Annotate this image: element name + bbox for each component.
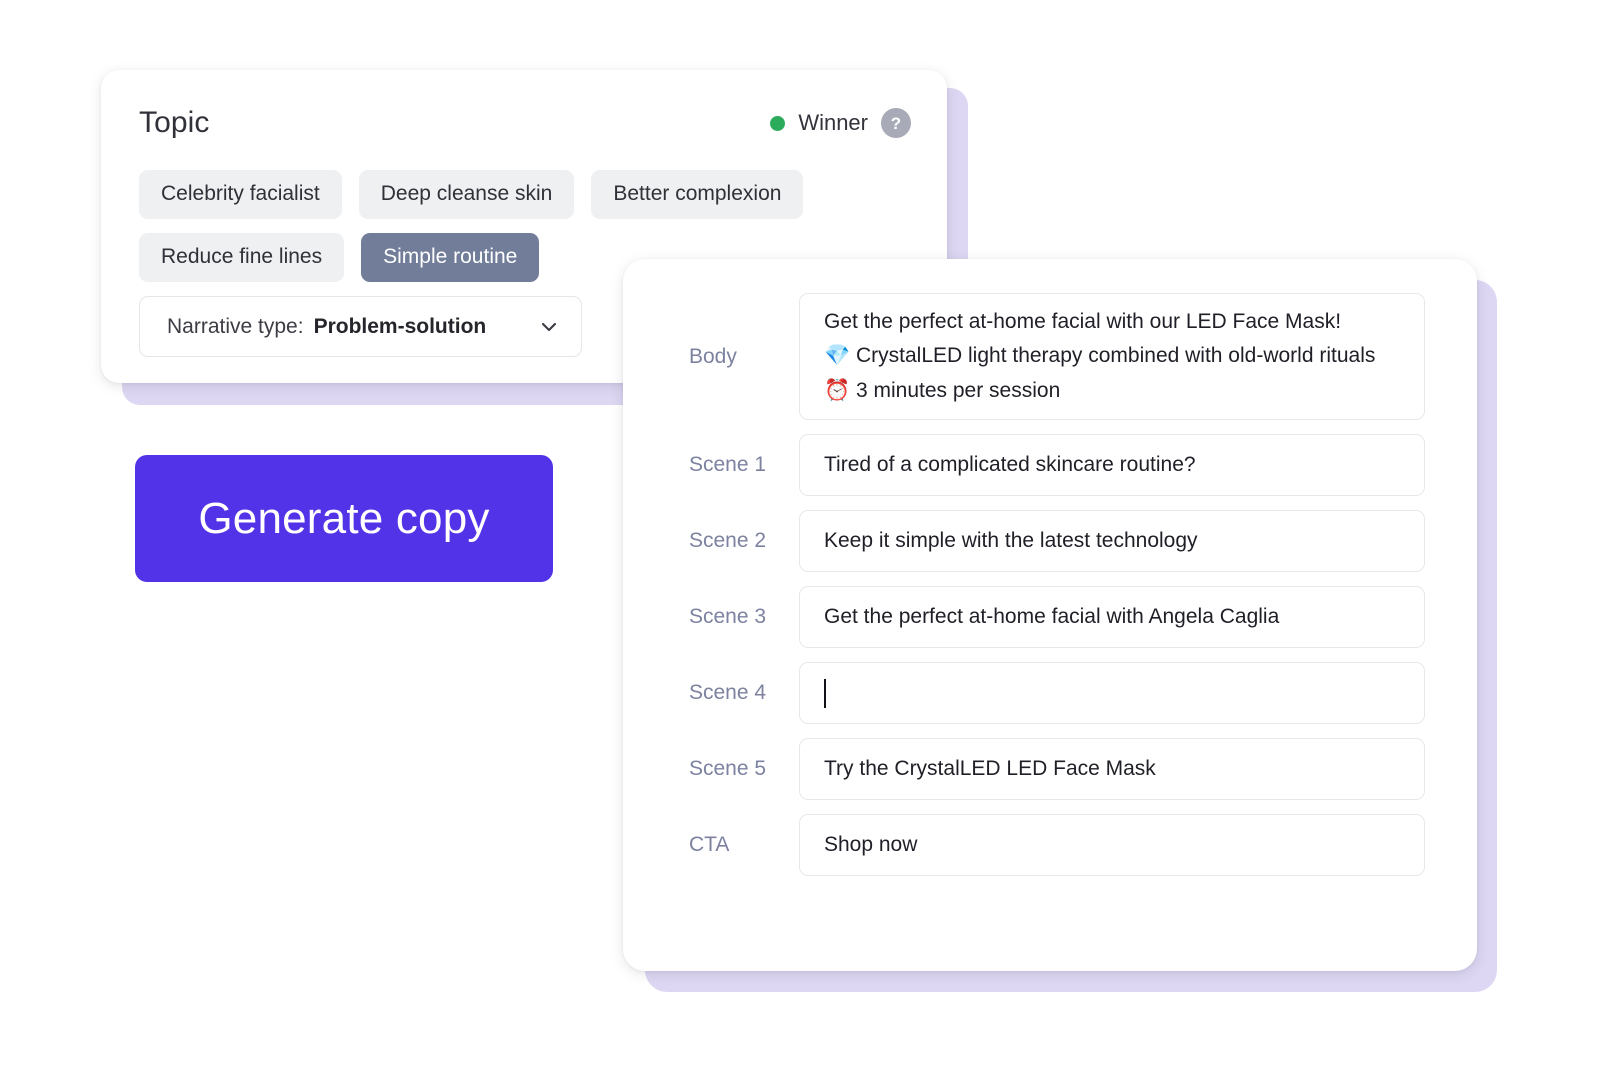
copy-row-scene-1: Scene 1 Tired of a complicated skincare … [657,434,1425,496]
page-title: Topic [139,106,210,139]
narrative-type-select[interactable]: Narrative type: Problem-solution [139,296,582,357]
screen: Topic Winner ? Celebrity facialist Deep … [0,0,1600,1067]
copy-row-scene-4: Scene 4 [657,662,1425,724]
body-line-2: 💎 CrystalLED light therapy combined with… [824,344,1376,368]
row-label-cta: CTA [689,833,730,856]
winner-status-group: Winner ? [770,108,915,138]
status-badge: Winner [798,110,868,135]
topic-chip-deep-cleanse-skin[interactable]: Deep cleanse skin [358,170,575,219]
topic-chip-celebrity-facialist[interactable]: Celebrity facialist [139,170,342,219]
copy-row-list: Body Get the perfect at-home facial with… [657,293,1425,876]
row-label-scene-3: Scene 3 [689,605,767,628]
body-line-1: Get the perfect at-home facial with our … [824,310,1342,334]
topic-chip-simple-routine[interactable]: Simple routine [361,233,540,282]
topic-chip-row: Celebrity facialist Deep cleanse skin Be… [139,170,915,219]
status-dot-icon [770,115,786,131]
body-textarea[interactable]: Get the perfect at-home facial with our … [799,293,1425,420]
help-icon[interactable]: ? [881,108,911,138]
cta-input[interactable]: Shop now [799,814,1425,876]
copy-row-body: Body Get the perfect at-home facial with… [657,293,1425,420]
copy-row-scene-3: Scene 3 Get the perfect at-home facial w… [657,586,1425,648]
copy-results-card: Body Get the perfect at-home facial with… [623,259,1477,971]
scene-1-input[interactable]: Tired of a complicated skincare routine? [799,434,1425,496]
copy-row-cta: CTA Shop now [657,814,1425,876]
scene-4-input[interactable] [799,662,1425,724]
chevron-down-icon [541,322,557,331]
topic-card-header: Topic Winner ? [139,100,915,146]
row-label-scene-4: Scene 4 [689,681,767,704]
row-label-scene-2: Scene 2 [689,529,767,552]
narrative-type-label: Narrative type: [167,314,304,338]
generate-copy-button[interactable]: Generate copy [135,455,553,582]
body-line-3: ⏰ 3 minutes per session [824,378,1061,402]
row-label-scene-1: Scene 1 [689,453,767,476]
row-label-scene-5: Scene 5 [689,757,767,780]
scene-3-input[interactable]: Get the perfect at-home facial with Ange… [799,586,1425,648]
scene-5-input[interactable]: Try the CrystalLED LED Face Mask [799,738,1425,800]
copy-row-scene-5: Scene 5 Try the CrystalLED LED Face Mask [657,738,1425,800]
copy-row-scene-2: Scene 2 Keep it simple with the latest t… [657,510,1425,572]
row-label-body: Body [689,344,737,368]
scene-2-input[interactable]: Keep it simple with the latest technolog… [799,510,1425,572]
narrative-type-value: Problem-solution [313,314,487,338]
text-cursor [824,678,826,708]
topic-chip-better-complexion[interactable]: Better complexion [591,170,804,219]
topic-chip-reduce-fine-lines[interactable]: Reduce fine lines [139,233,345,282]
